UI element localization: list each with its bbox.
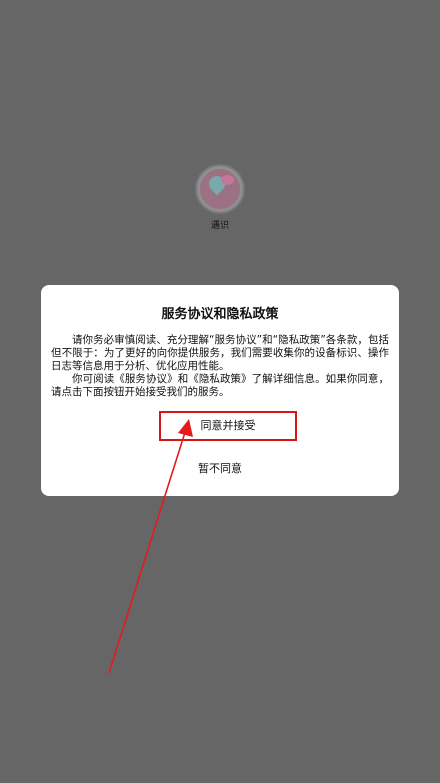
- dialog-paragraph-2: 你可阅读《服务协议》和《隐私政策》了解详细信息。如果你同意，请点击下面按钮开始接…: [51, 373, 389, 398]
- app-name: 遇识: [210, 221, 229, 231]
- dialog-body: 请你务必审慎阅读、充分理解“服务协议”和“隐私政策”各条款，包括但不限于：为了更…: [51, 334, 389, 399]
- app-logo-icon: [195, 164, 245, 214]
- decline-button[interactable]: 暂不同意: [170, 459, 270, 479]
- dialog-paragraph-1: 请你务必审慎阅读、充分理解“服务协议”和“隐私政策”各条款，包括但不限于：为了更…: [51, 334, 389, 372]
- chat-bubble-icon: [221, 175, 234, 185]
- agree-button[interactable]: 同意并接受: [159, 411, 297, 441]
- dialog-title: 服务协议和隐私政策: [161, 307, 279, 322]
